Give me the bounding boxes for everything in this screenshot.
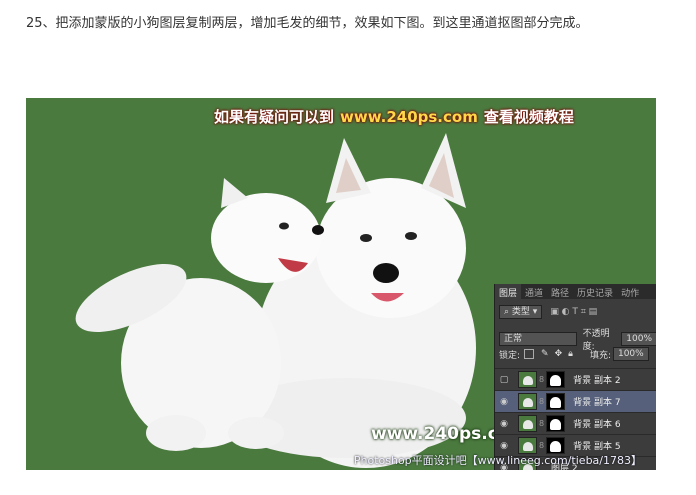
lock-transparent-icon[interactable]: [524, 349, 535, 359]
layer-row-selected[interactable]: ◉ 8 背景 副本 7: [495, 390, 656, 412]
opacity-input[interactable]: 100%: [621, 332, 656, 346]
layer-name: 背景 副本 2: [573, 376, 621, 386]
link-icon: 8: [539, 397, 545, 406]
filter-row: ⌕ 类型 ▾ ▣ ◐ T ⌗ ▤: [499, 305, 597, 319]
lock-label: 锁定:: [499, 350, 521, 361]
layers-panel: 图层 通道 路径 历史记录 动作 ⌕ 类型 ▾ ▣ ◐ T ⌗ ▤ 正常 不透明…: [494, 284, 656, 470]
lock-row: 锁定: ✎ ✥ 🔒︎ 填充: 100%: [499, 347, 649, 361]
layer-name: 背景 副本 7: [573, 398, 621, 408]
lock-paint-icon[interactable]: ✎: [541, 349, 549, 359]
eye-icon[interactable]: ◉: [498, 419, 510, 429]
link-icon: 8: [539, 375, 545, 384]
link-icon: 8: [539, 441, 545, 450]
lock-move-icon[interactable]: ✥: [555, 349, 563, 359]
eye-icon[interactable]: ◉: [498, 397, 510, 407]
panel-tabs: 图层 通道 路径 历史记录 动作: [495, 284, 656, 299]
layer-row[interactable]: ▢ 8 背景 副本 2: [495, 368, 656, 390]
layer-name: 背景 副本 5: [573, 442, 621, 452]
tab-channels[interactable]: 通道: [521, 284, 547, 299]
blend-mode-select[interactable]: 正常: [499, 332, 577, 346]
banner-left-text: 如果有疑问可以到: [214, 108, 335, 126]
layer-thumbnail: [518, 415, 537, 432]
tab-layers[interactable]: 图层: [495, 284, 522, 299]
lock-all-icon[interactable]: 🔒︎: [568, 349, 573, 359]
link-icon: 8: [539, 419, 545, 428]
tab-actions[interactable]: 动作: [617, 284, 643, 299]
step-instruction: 25、把添加蒙版的小狗图层复制两层，增加毛发的细节，效果如下图。到这里通道抠图部…: [26, 16, 589, 31]
layer-thumbnail: [518, 371, 537, 388]
tab-history[interactable]: 历史记录: [573, 284, 617, 299]
forum-credit: Photoshop平面设计吧【www.lineeg.com/tieba/1783…: [353, 454, 642, 467]
visibility-toggle[interactable]: ▢: [498, 375, 510, 385]
search-icon: ⌕: [504, 307, 512, 317]
eye-icon[interactable]: ◉: [498, 441, 510, 451]
banner-site-link[interactable]: www.240ps.com: [340, 108, 478, 126]
fill-input[interactable]: 100%: [612, 347, 649, 361]
chevron-down-icon: ▾: [529, 307, 538, 317]
tab-paths[interactable]: 路径: [547, 284, 573, 299]
help-banner: 如果有疑问可以到 www.240ps.com 查看视频教程: [214, 106, 574, 127]
layer-row[interactable]: ◉ 8 背景 副本 6: [495, 412, 656, 434]
layer-mask-thumbnail[interactable]: [546, 415, 566, 432]
filter-kind-value: 类型: [511, 307, 530, 317]
banner-right-text: 查看视频教程: [483, 108, 574, 126]
blend-mode-value: 正常: [504, 334, 523, 344]
layer-mask-thumbnail[interactable]: [546, 393, 566, 410]
filter-kind-select[interactable]: ⌕ 类型 ▾: [499, 305, 543, 319]
tutorial-image: 如果有疑问可以到 www.240ps.com 查看视频教程 www.240ps.co…: [26, 98, 656, 470]
layer-mask-thumbnail[interactable]: [546, 371, 566, 388]
filter-icons[interactable]: ▣ ◐ T ⌗ ▤: [550, 307, 597, 317]
fill-label: 填充:: [589, 350, 611, 361]
layer-name: 背景 副本 6: [573, 420, 621, 430]
layer-thumbnail: [518, 393, 537, 410]
